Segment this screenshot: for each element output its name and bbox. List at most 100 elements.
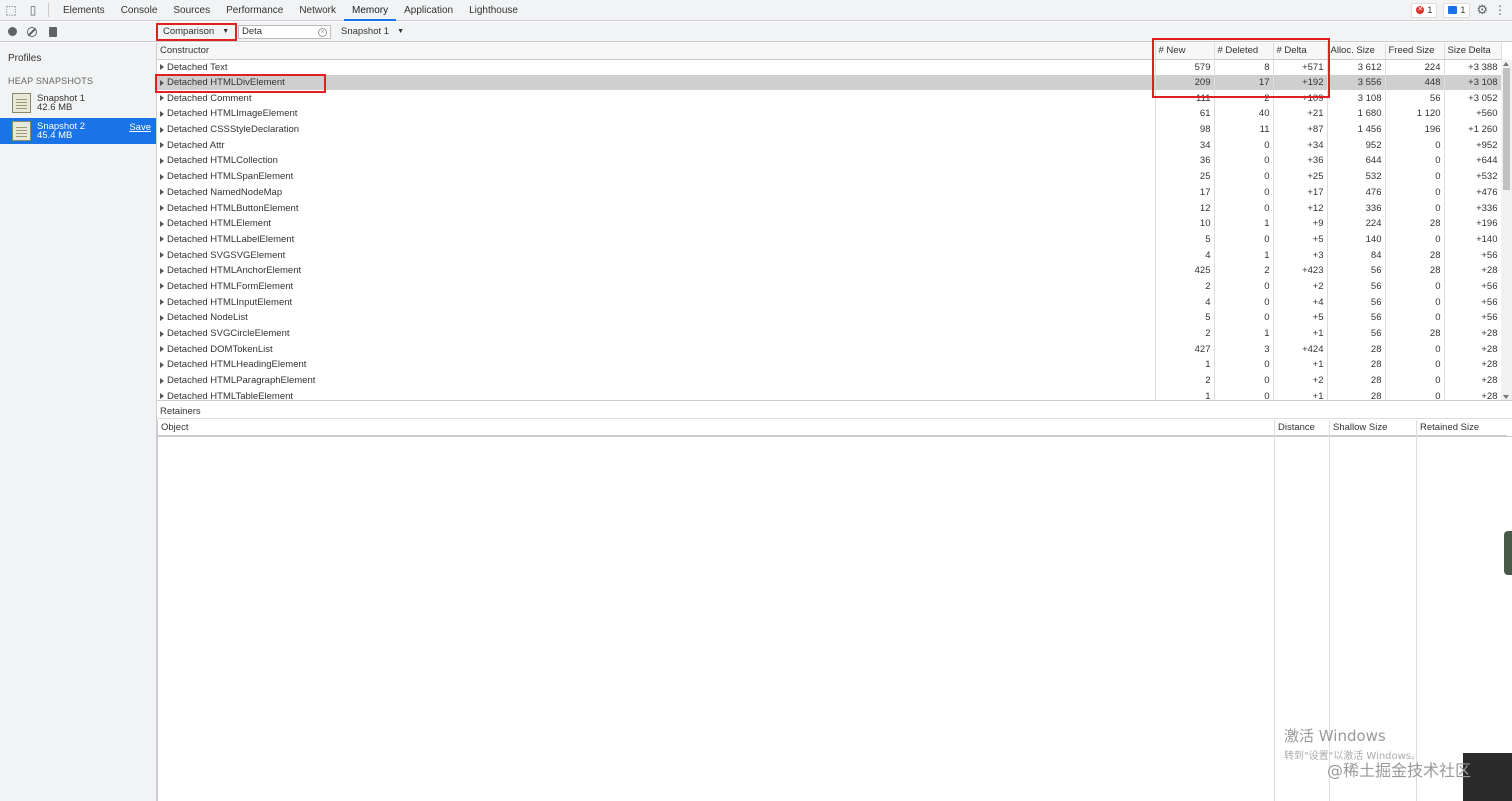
column-header[interactable]: Size Delta [1444,43,1502,60]
expand-triangle-icon[interactable] [160,330,164,337]
retainers-col-shallow-size[interactable]: Shallow Size [1330,420,1416,436]
expand-triangle-icon[interactable] [160,142,164,149]
value-cell: 140 [1327,231,1386,248]
tab-application[interactable]: Application [396,0,461,21]
expand-triangle-icon[interactable] [160,95,164,102]
column-header[interactable]: Freed Size [1385,43,1445,60]
clear-icon[interactable] [27,26,37,37]
snapshot-item-2[interactable]: Snapshot 2 45.4 MB Save [0,118,156,144]
value-cell: 0 [1214,294,1274,310]
inspect-element-icon[interactable]: ⬚ [0,0,22,21]
message-count-badge[interactable]: 1 [1443,2,1471,18]
expand-triangle-icon[interactable] [160,220,164,227]
value-cell: 0 [1385,200,1445,216]
table-row[interactable]: Detached SVGCircleElement 2 1 +1 56 28 +28 [157,325,1502,342]
tab-memory[interactable]: Memory [344,0,397,21]
table-row[interactable]: Detached HTMLDivElement 209 17 +192 3 556 448… [157,74,1502,91]
expand-triangle-icon[interactable] [160,126,164,133]
table-row[interactable]: Detached HTMLCollection 36 0 +36 644 0 +644 [157,153,1502,169]
tab-elements[interactable]: Elements [55,0,113,21]
table-row[interactable]: Detached HTMLParagraphElement 2 0 +2 28 0 +28 [157,372,1502,389]
table-row[interactable]: Detached HTMLFormElement 2 0 +2 56 0 +56 [157,278,1502,295]
value-cell: +25 [1273,168,1328,185]
grid-scrollbar[interactable] [1501,60,1512,400]
tab-console[interactable]: Console [113,0,166,21]
table-row[interactable]: Detached Text 579 8 +571 3 612 224 +3 388 [157,59,1502,75]
retainers-col-object[interactable]: Object [158,420,1274,436]
expand-triangle-icon[interactable] [160,236,164,243]
value-cell: 3 [1214,341,1274,358]
more-options-icon[interactable]: ⋮ [1494,3,1506,17]
expand-triangle-icon[interactable] [160,377,164,384]
expand-triangle-icon[interactable] [160,267,164,274]
table-row[interactable]: Detached DOMTokenList 427 3 +424 28 0 +28 [157,341,1502,358]
table-row[interactable]: Detached HTMLAnchorElement 425 2 +423 56 28 +2… [157,262,1502,279]
trash-icon[interactable] [49,26,57,37]
table-row[interactable]: Detached Attr 34 0 +34 952 0 +952 [157,137,1502,154]
retainers-col-retained-size[interactable]: Retained Size [1417,420,1507,436]
snapshot-item-1[interactable]: Snapshot 1 42.6 MB [0,90,156,116]
column-header[interactable]: # Delta [1273,43,1328,60]
table-row[interactable]: Detached SVGSVGElement 4 1 +3 84 28 +56 [157,247,1502,263]
value-cell: 0 [1214,184,1274,201]
table-row[interactable]: Detached NodeList 5 0 +5 56 0 +56 [157,310,1502,326]
table-row[interactable]: Detached CSSStyleDeclaration 98 11 +87 1 456… [157,121,1502,138]
table-row[interactable]: Detached NamedNodeMap 17 0 +17 476 0 +476 [157,184,1502,201]
constructor-name: Detached Text [167,61,228,73]
column-header[interactable]: Alloc. Size [1327,43,1386,60]
chevron-down-icon: ▼ [397,28,405,35]
table-row[interactable]: Detached HTMLSpanElement 25 0 +25 532 0 +532 [157,168,1502,185]
column-header[interactable]: # New [1155,43,1215,60]
table-row[interactable]: Detached Comment 111 2 +109 3 108 56 +3 052 [157,90,1502,107]
table-row[interactable]: Detached HTMLButtonElement 12 0 +12 336 0 +336 [157,200,1502,216]
table-row[interactable]: Detached HTMLLabelElement 5 0 +5 140 0 +140 [157,231,1502,248]
record-icon[interactable] [8,27,17,36]
expand-triangle-icon[interactable] [160,110,164,117]
gear-icon[interactable]: ⚙ [1476,2,1488,18]
retainers-col-distance[interactable]: Distance [1275,420,1330,436]
side-handle[interactable] [1504,531,1512,575]
clear-filter-icon[interactable]: × [318,27,327,37]
expand-triangle-icon[interactable] [160,346,164,353]
expand-triangle-icon[interactable] [160,314,164,321]
class-filter-input[interactable]: Deta × [238,24,331,39]
snapshot-toolbar: Comparison ▼ Deta × Snapshot 1 ▼ [156,22,1512,42]
value-cell: +5 [1273,310,1328,326]
expand-triangle-icon[interactable] [160,283,164,290]
expand-triangle-icon[interactable] [160,173,164,180]
value-cell: 0 [1385,137,1445,154]
expand-triangle-icon[interactable] [160,157,164,164]
expand-triangle-icon[interactable] [160,79,164,86]
tab-lighthouse[interactable]: Lighthouse [461,0,526,21]
tab-sources[interactable]: Sources [165,0,218,21]
expand-triangle-icon[interactable] [160,205,164,212]
table-row[interactable]: Detached HTMLElement 10 1 +9 224 28 +196 [157,215,1502,232]
expand-triangle-icon[interactable] [160,252,164,259]
expand-triangle-icon[interactable] [160,64,164,71]
value-cell: +423 [1273,262,1328,279]
table-row[interactable]: Detached HTMLHeadingElement 1 0 +1 28 0 +28 [157,357,1502,373]
expand-triangle-icon[interactable] [160,393,164,400]
expand-triangle-icon[interactable] [160,189,164,196]
scrollbar-thumb[interactable] [1503,68,1510,190]
message-icon [1448,6,1458,14]
constructor-cell: Detached CSSStyleDeclaration [157,121,1156,138]
table-row[interactable]: Detached HTMLTableElement 1 0 +1 28 0 +28 [157,388,1502,400]
scroll-up-icon[interactable] [1503,62,1509,66]
scroll-down-icon[interactable] [1503,395,1509,399]
column-header[interactable]: Constructor [157,43,1156,60]
compare-snapshot-select[interactable]: Snapshot 1 ▼ [335,24,410,40]
table-row[interactable]: Detached HTMLImageElement 61 40 +21 1 680 1 1… [157,106,1502,122]
device-toolbar-icon[interactable]: ▯ [22,0,44,21]
view-mode-select[interactable]: Comparison ▼ [156,22,237,41]
tab-network[interactable]: Network [291,0,344,21]
expand-triangle-icon[interactable] [160,361,164,368]
value-cell: 0 [1385,153,1445,169]
error-count-badge[interactable]: ✕ 1 [1411,2,1438,18]
table-row[interactable]: Detached HTMLInputElement 4 0 +4 56 0 +56 [157,294,1502,310]
constructor-cell: Detached Text [157,59,1156,75]
column-header[interactable]: # Deleted [1214,43,1274,60]
expand-triangle-icon[interactable] [160,299,164,306]
save-snapshot-link[interactable]: Save [129,122,151,133]
tab-performance[interactable]: Performance [218,0,291,21]
